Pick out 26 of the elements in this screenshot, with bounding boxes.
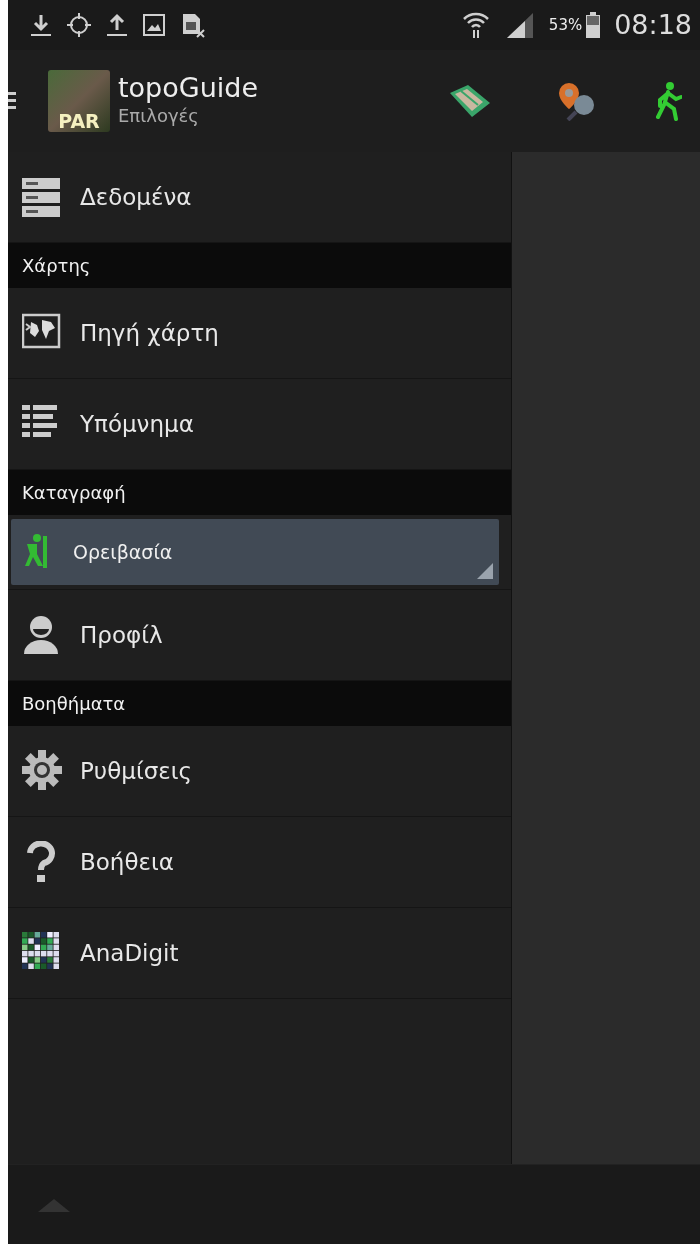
drawer-item-label[interactable]: Υπόμνημα [80,406,194,442]
sim-card-icon [180,12,206,38]
section-header: Χάρτης [8,243,511,288]
drawer-item-label[interactable]: Βοήθεια [80,844,174,880]
drawer-item-label[interactable]: Ρυθμίσεις [80,753,192,789]
drawer-item-label[interactable]: Πηγή χάρτη [80,315,219,351]
battery-percent: 53% [548,14,583,36]
drawer-item-label[interactable]: Δεδομένα [80,179,192,215]
corner-triangle-icon [477,563,493,579]
app-logo[interactable]: PAR [48,70,110,132]
upload-icon [106,12,128,38]
battery-icon [586,12,601,38]
server-icon [22,176,62,218]
gear-icon [22,750,62,792]
menu-icon[interactable] [8,90,16,112]
drawer-item-label[interactable]: Προφίλ [80,617,163,653]
image-icon [142,13,166,37]
app-subtitle: Επιλογές [118,104,200,129]
crosshair-icon [66,12,92,38]
app-title: topoGuide [118,72,259,103]
download-icon [30,12,52,38]
section-header: Βοηθήματα [8,681,511,726]
activity-dropdown[interactable]: Ορειβασία [11,519,499,585]
clock: 08:18 [614,7,692,42]
section-header: Καταγραφή [8,470,511,515]
drawer-item-label[interactable]: AnaDigit [80,935,179,971]
